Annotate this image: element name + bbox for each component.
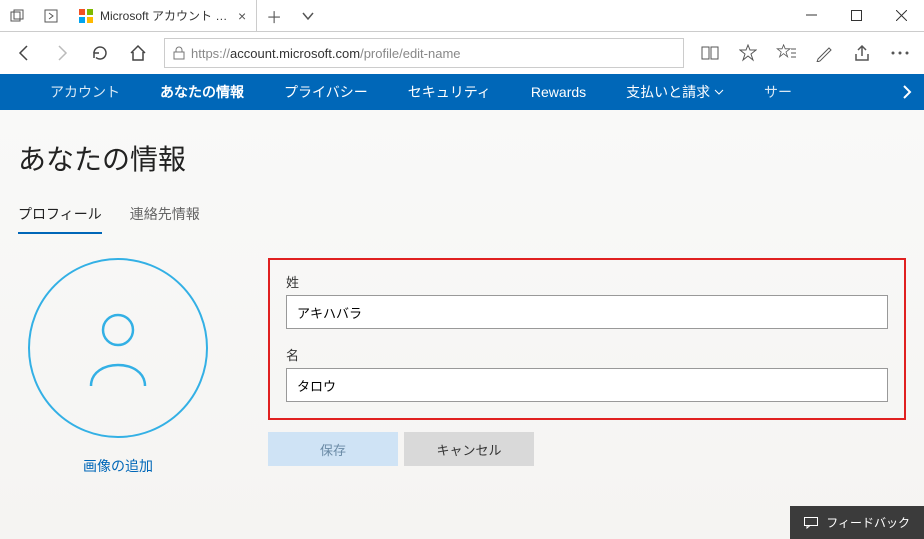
nav-rewards[interactable]: Rewards	[511, 74, 606, 110]
browser-tab[interactable]: Microsoft アカウント | 自分 ×	[68, 0, 257, 31]
window-maximize-button[interactable]	[834, 0, 879, 31]
chat-icon	[804, 517, 818, 529]
page-content: あなたの情報 プロフィール 連絡先情報 画像の追加 姓 名	[0, 110, 924, 539]
lock-icon	[173, 46, 185, 60]
feedback-button[interactable]: フィードバック	[790, 506, 924, 539]
notes-button[interactable]	[806, 35, 842, 71]
favicon-icon	[78, 8, 94, 24]
tabs-overview-button[interactable]	[0, 9, 34, 23]
settings-button[interactable]	[882, 35, 918, 71]
favorite-button[interactable]	[730, 35, 766, 71]
new-tab-button[interactable]: ＋	[257, 0, 291, 31]
nav-services[interactable]: サー	[744, 74, 812, 110]
page-title: あなたの情報	[18, 138, 906, 178]
profile-tabs: プロフィール 連絡先情報	[18, 204, 906, 234]
set-aside-tabs-button[interactable]	[34, 9, 68, 23]
name-form: 姓 名 保存 キャンセル	[268, 258, 906, 476]
window-titlebar: Microsoft アカウント | 自分 × ＋	[0, 0, 924, 32]
nav-scroll-right-icon[interactable]	[902, 85, 912, 99]
forward-button[interactable]	[44, 35, 80, 71]
cancel-button[interactable]: キャンセル	[404, 432, 534, 466]
favorites-list-button[interactable]	[768, 35, 804, 71]
nav-privacy[interactable]: プライバシー	[264, 74, 388, 110]
chevron-down-icon	[714, 87, 724, 97]
browser-toolbar: https://account.microsoft.com/profile/ed…	[0, 32, 924, 74]
tab-close-icon[interactable]: ×	[238, 8, 246, 24]
nav-billing[interactable]: 支払いと請求	[606, 74, 744, 110]
site-nav: アカウント あなたの情報 プライバシー セキュリティ Rewards 支払いと請…	[0, 74, 924, 110]
first-name-input[interactable]	[286, 368, 888, 402]
back-button[interactable]	[6, 35, 42, 71]
refresh-button[interactable]	[82, 35, 118, 71]
window-minimize-button[interactable]	[789, 0, 834, 31]
nav-security[interactable]: セキュリティ	[388, 74, 511, 110]
last-name-label: 姓	[286, 272, 888, 291]
person-icon	[83, 308, 153, 388]
tab-title: Microsoft アカウント | 自分	[100, 7, 230, 24]
avatar-section: 画像の追加	[18, 258, 218, 476]
save-button[interactable]: 保存	[268, 432, 398, 466]
share-button[interactable]	[844, 35, 880, 71]
address-bar[interactable]: https://account.microsoft.com/profile/ed…	[164, 38, 684, 68]
avatar-placeholder[interactable]	[28, 258, 208, 438]
tab-profile[interactable]: プロフィール	[18, 204, 102, 234]
tab-actions-button[interactable]	[291, 0, 325, 31]
nav-account[interactable]: アカウント	[30, 74, 140, 110]
add-image-link[interactable]: 画像の追加	[83, 458, 153, 474]
window-close-button[interactable]	[879, 0, 924, 31]
nav-your-info[interactable]: あなたの情報	[140, 74, 264, 110]
last-name-input[interactable]	[286, 295, 888, 329]
first-name-label: 名	[286, 345, 888, 364]
home-button[interactable]	[120, 35, 156, 71]
url-text: https://account.microsoft.com/profile/ed…	[191, 46, 461, 61]
feedback-label: フィードバック	[826, 514, 910, 531]
tab-contact-info[interactable]: 連絡先情報	[130, 204, 200, 234]
highlight-box: 姓 名	[268, 258, 906, 420]
reading-view-button[interactable]	[692, 35, 728, 71]
